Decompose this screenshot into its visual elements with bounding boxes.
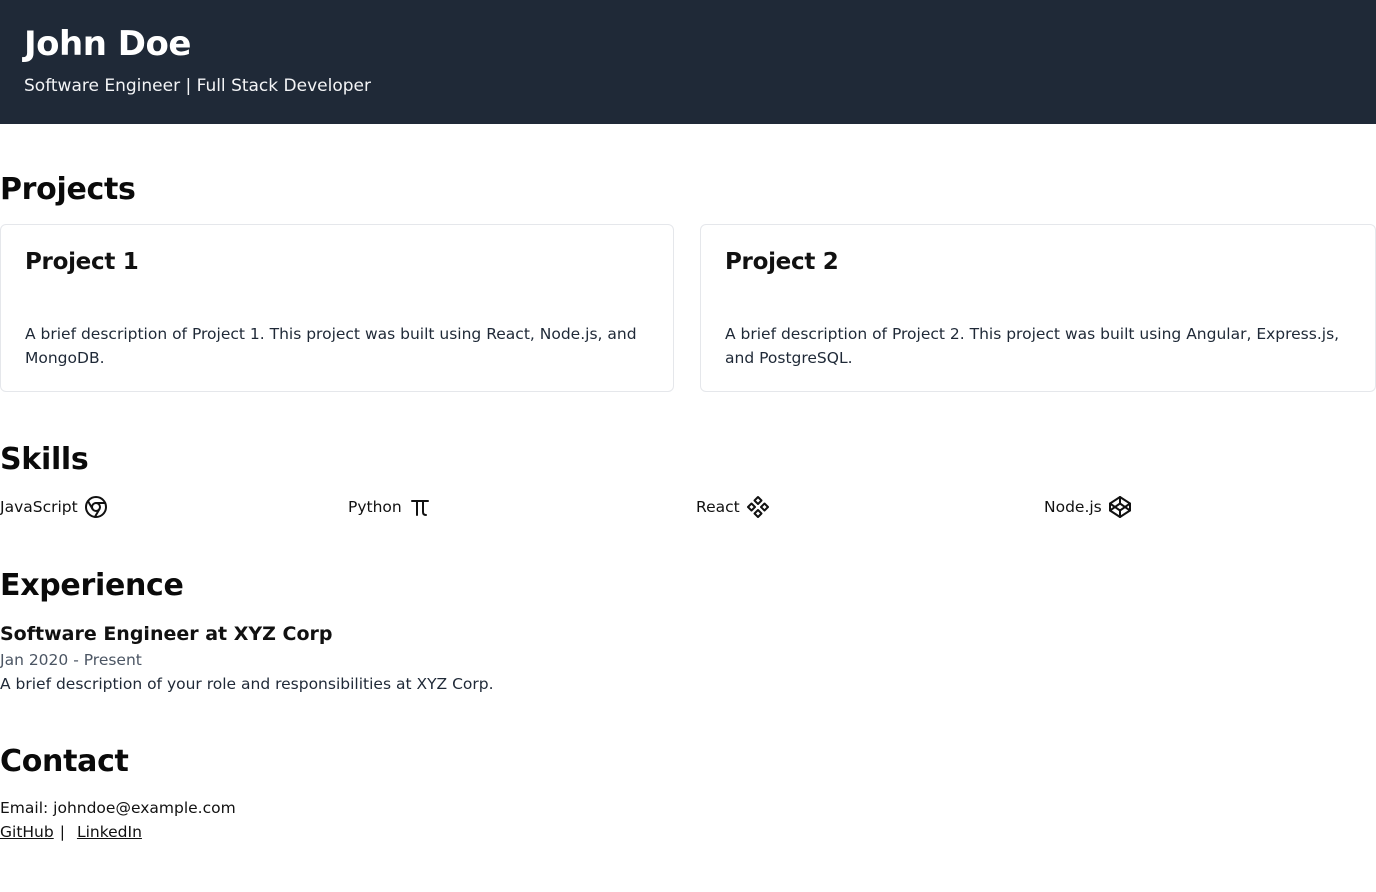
contact-email: Email: johndoe@example.com: [0, 799, 236, 817]
chrome-icon: [84, 495, 108, 519]
experience-description: A brief description of your role and res…: [0, 675, 494, 693]
components-icon: [746, 495, 770, 519]
skill-label: Node.js: [1044, 498, 1102, 516]
project-card: Project 1 A brief description of Project…: [0, 224, 674, 392]
projects-heading: Projects: [0, 172, 136, 207]
page-header: John Doe Software Engineer | Full Stack …: [0, 0, 1376, 124]
project-title: Project 1: [25, 249, 139, 275]
codepen-icon: [1108, 495, 1132, 519]
project-card: Project 2 A brief description of Project…: [700, 224, 1376, 392]
experience-role: Software Engineer at XYZ Corp: [0, 623, 333, 645]
link-separator: |: [59, 823, 65, 841]
github-link[interactable]: GitHub: [0, 821, 54, 843]
skill-item: Node.js: [1044, 494, 1132, 520]
experience-dates: Jan 2020 - Present: [0, 651, 142, 669]
skill-item: Python: [348, 494, 432, 520]
experience-heading: Experience: [0, 568, 184, 603]
contact-links: GitHub | LinkedIn: [0, 821, 142, 843]
project-description: A brief description of Project 1. This p…: [25, 325, 637, 367]
project-title: Project 2: [725, 249, 839, 275]
skill-item: React: [696, 494, 770, 520]
linkedin-link[interactable]: LinkedIn: [77, 821, 142, 843]
skill-label: Python: [348, 498, 402, 516]
contact-heading: Contact: [0, 744, 129, 779]
pi-icon: [408, 495, 432, 519]
skill-item: JavaScript: [0, 494, 108, 520]
project-description: A brief description of Project 2. This p…: [725, 325, 1340, 367]
skill-label: React: [696, 498, 740, 516]
page-title: John Doe: [24, 24, 191, 64]
skills-heading: Skills: [0, 442, 89, 477]
skill-label: JavaScript: [0, 498, 78, 516]
page-subtitle: Software Engineer | Full Stack Developer: [24, 76, 371, 96]
